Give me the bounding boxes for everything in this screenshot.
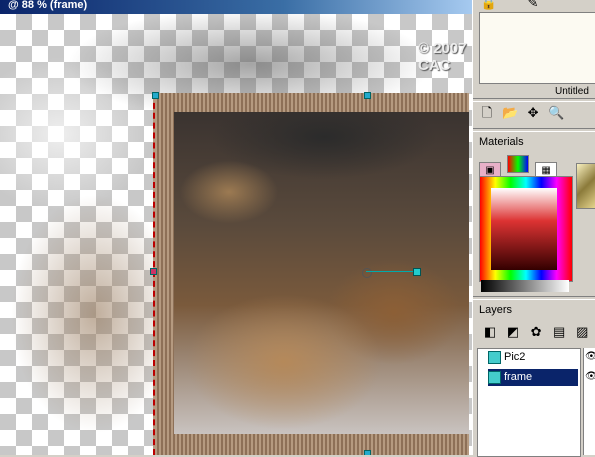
layer-item-selected[interactable]: frame <box>488 369 578 386</box>
layers-title: Layers <box>479 304 513 316</box>
new-icon[interactable]: 🗋 <box>477 104 497 122</box>
layers-list: Pic2 frame <box>477 348 581 457</box>
open-icon[interactable]: 📂 <box>500 104 520 122</box>
mask-icon[interactable]: ▤ <box>549 323 569 341</box>
watermark-text: © 2007 CAC <box>418 40 467 74</box>
new-vector-icon[interactable]: ◩ <box>503 323 523 341</box>
rotation-arm <box>366 271 416 272</box>
wolf-photo[interactable] <box>174 112 469 434</box>
document-title[interactable]: @ 88 % (frame) <box>0 0 472 14</box>
pen-icon[interactable]: ✎ <box>523 0 543 12</box>
eye-icon[interactable]: 👁 <box>585 351 595 362</box>
lock-icon[interactable]: 🔒 <box>479 0 499 12</box>
eye-icon[interactable]: 👁 <box>585 371 595 382</box>
move-icon[interactable]: ✥ <box>523 104 543 122</box>
new-raster-icon[interactable]: ◧ <box>480 323 500 341</box>
visibility-column: 👁 👁 <box>583 348 595 455</box>
pivot-point[interactable] <box>362 268 372 278</box>
transform-handle[interactable] <box>364 450 371 455</box>
layer-label: frame <box>504 371 533 383</box>
grayscale-bar[interactable] <box>481 280 569 292</box>
overview-preview <box>479 12 595 84</box>
transform-handle[interactable] <box>364 92 371 99</box>
divider <box>473 98 595 102</box>
group-icon[interactable]: ▨ <box>572 323 592 341</box>
raster-layer-icon <box>488 350 501 364</box>
document-window[interactable]: @ 88 % (frame) © 2007 CAC <box>0 0 472 455</box>
raster-layer-icon <box>488 370 501 384</box>
overview-caption: Untitled <box>555 86 589 97</box>
layer-item[interactable]: Pic2 <box>488 349 578 366</box>
adjust-icon[interactable]: ✿ <box>526 323 546 341</box>
divider <box>473 296 595 300</box>
color-field[interactable] <box>491 188 557 270</box>
transform-handle[interactable] <box>152 92 159 99</box>
magnify-icon[interactable]: 🔍 <box>546 104 566 122</box>
divider <box>473 128 595 132</box>
rainbow-tab[interactable] <box>507 155 530 173</box>
rotation-handle[interactable] <box>413 268 421 276</box>
layers-toolbar: ◧ ◩ ✿ ▤ ▨ <box>480 323 592 341</box>
transform-handle[interactable] <box>150 268 157 275</box>
materials-title: Materials <box>479 136 524 148</box>
layer-label: Pic2 <box>504 351 526 363</box>
material-swatch[interactable] <box>576 163 595 209</box>
tool-row: 🗋 📂 ✥ 🔍 <box>477 104 566 122</box>
